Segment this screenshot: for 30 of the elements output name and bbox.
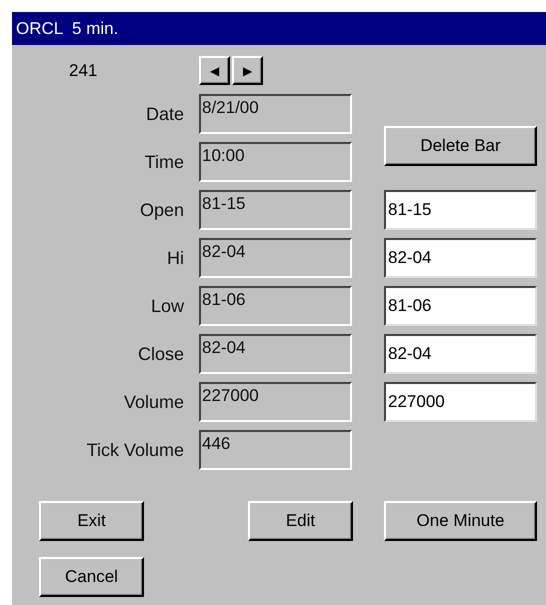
readonly-field: 81-15 (199, 190, 352, 230)
input-field[interactable]: 82-04 (384, 334, 537, 374)
one-minute-button[interactable]: One Minute (384, 501, 537, 541)
readonly-field: 10:00 (199, 142, 352, 182)
field-label: Close (138, 344, 184, 364)
field-label: Low (150, 296, 184, 316)
field-label: Hi (167, 248, 184, 268)
record-number: 241 (69, 61, 98, 81)
input-field[interactable]: 82-04 (384, 238, 537, 278)
readonly-field: 81-06 (199, 286, 352, 326)
edit-button[interactable]: Edit (248, 501, 353, 541)
input-field[interactable]: 227000 (384, 382, 537, 422)
input-field[interactable]: 81-15 (384, 190, 537, 230)
field-label: Time (144, 152, 184, 172)
next-button[interactable]: ▶ (232, 56, 263, 85)
field-label: Volume (124, 392, 184, 412)
exit-button[interactable]: Exit (39, 501, 144, 541)
field-label: Tick Volume (86, 440, 184, 460)
window-title: ORCL 5 min. (12, 12, 546, 45)
field-label: Open (140, 200, 184, 220)
field-label: Date (146, 104, 184, 124)
cancel-button[interactable]: Cancel (39, 557, 144, 597)
readonly-field: 446 (199, 430, 352, 470)
readonly-field: 82-04 (199, 238, 352, 278)
input-field[interactable]: 81-06 (384, 286, 537, 326)
previous-button[interactable]: ◀ (199, 56, 230, 85)
readonly-field: 8/21/00 (199, 94, 352, 134)
readonly-field: 82-04 (199, 334, 352, 374)
readonly-field: 227000 (199, 382, 352, 422)
delete-button[interactable]: Delete Bar (384, 126, 537, 166)
